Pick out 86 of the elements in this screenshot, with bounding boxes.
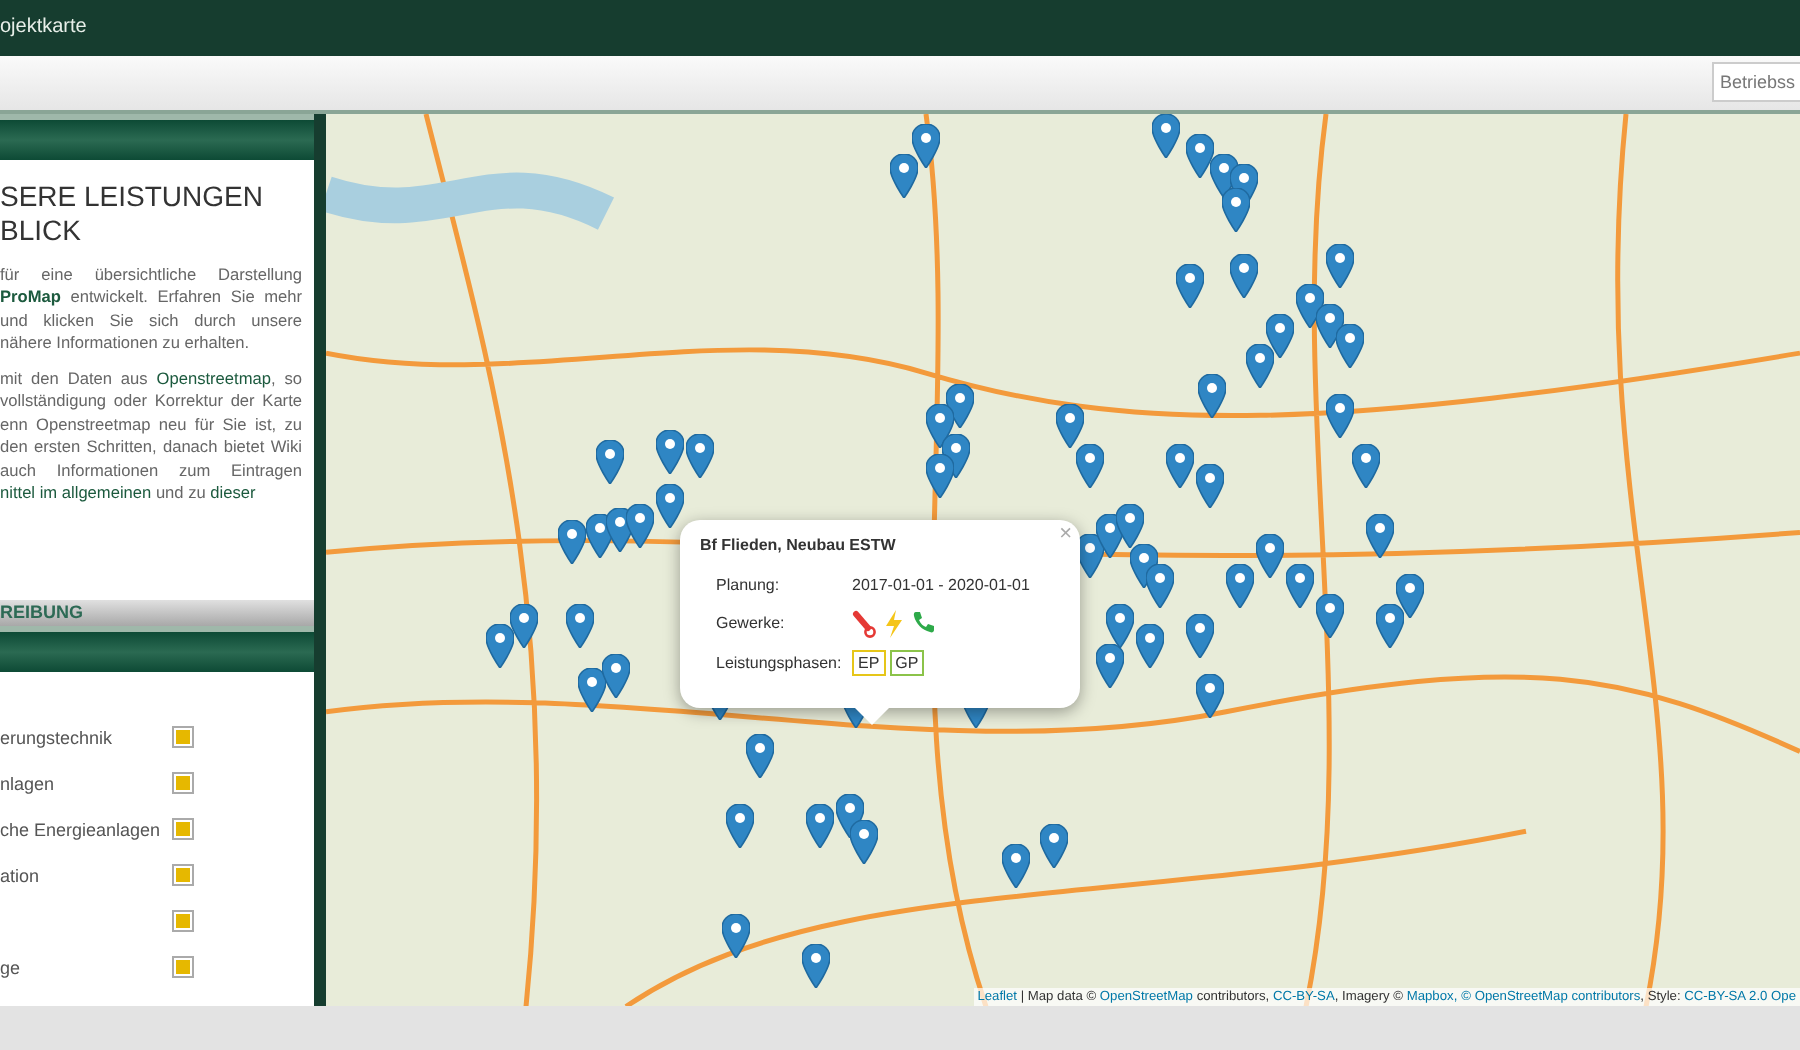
field-label: Leistungsphasen: xyxy=(716,653,844,672)
map-marker-icon[interactable] xyxy=(926,403,954,448)
checkbox[interactable] xyxy=(172,956,194,979)
map-marker-icon[interactable] xyxy=(1352,443,1380,488)
legend-label: erungstechnik xyxy=(0,727,113,748)
phase-badge: EP xyxy=(852,649,886,676)
thermometer-icon xyxy=(852,609,876,638)
map-marker-icon[interactable] xyxy=(722,913,750,958)
map-marker-icon[interactable] xyxy=(1198,373,1226,418)
map-marker-icon[interactable] xyxy=(1076,443,1104,488)
map-marker-icon[interactable] xyxy=(566,603,594,648)
map-marker-icon[interactable] xyxy=(1222,187,1250,232)
map-marker-icon[interactable] xyxy=(1056,403,1084,448)
map-marker-icon[interactable] xyxy=(926,453,954,498)
map-marker-icon[interactable] xyxy=(1186,133,1214,178)
map-marker-icon[interactable] xyxy=(1176,263,1204,308)
map-marker-icon[interactable] xyxy=(1136,623,1164,668)
map-marker-icon[interactable] xyxy=(1152,113,1180,158)
checkbox[interactable] xyxy=(172,772,194,795)
map-marker-icon[interactable] xyxy=(1146,563,1174,608)
app-title: ojektkarte xyxy=(0,16,87,39)
map-marker-icon[interactable] xyxy=(726,803,754,848)
checkbox[interactable] xyxy=(172,726,194,749)
text-link[interactable]: dieser xyxy=(210,482,256,503)
map-marker-icon[interactable] xyxy=(558,519,586,564)
legend-label: nlagen xyxy=(0,773,55,794)
map-marker-icon[interactable] xyxy=(1336,323,1364,368)
map-marker-icon[interactable] xyxy=(1002,843,1030,888)
map-marker-icon[interactable] xyxy=(1040,823,1068,868)
map-marker-icon[interactable] xyxy=(486,623,514,668)
map-marker-icon[interactable] xyxy=(912,123,940,168)
map-marker-icon[interactable] xyxy=(806,803,834,848)
map-marker-icon[interactable] xyxy=(1266,313,1294,358)
panel-paragraph: für eine übersichtliche Darstellung ProMap entwickelt. Erfahren Sie mehr und klicken Sie sich durch unsere nähere Informationen zu erhalten. xyxy=(0,263,302,356)
text-link[interactable]: nittel im allgemeinen xyxy=(0,482,152,503)
section-header[interactable]: REIBUNG xyxy=(0,599,314,626)
text-link[interactable]: Openstreetmap xyxy=(156,367,271,388)
checkbox[interactable] xyxy=(172,910,194,933)
field-label: Planung: xyxy=(716,576,782,595)
field-label: Gewerke: xyxy=(716,614,787,633)
map-marker-icon[interactable] xyxy=(1106,603,1134,648)
map-marker-icon[interactable] xyxy=(1116,503,1144,548)
map-marker-icon[interactable] xyxy=(1196,673,1224,718)
map-marker-icon[interactable] xyxy=(1286,563,1314,608)
field-value: 2017-01-01 - 2020-01-01 xyxy=(852,576,1030,595)
map-marker-icon[interactable] xyxy=(1256,533,1284,578)
map-marker-icon[interactable] xyxy=(890,153,918,198)
map-marker-icon[interactable] xyxy=(1396,573,1424,618)
map-marker-icon[interactable] xyxy=(1316,593,1344,638)
lightning-icon xyxy=(884,609,904,638)
panel-heading: SERE LEISTUNGEN BLICK xyxy=(0,179,265,248)
map-marker-icon[interactable] xyxy=(510,603,538,648)
map-marker-icon[interactable] xyxy=(1226,563,1254,608)
map-marker-icon[interactable] xyxy=(1096,643,1124,688)
map-marker-icon[interactable] xyxy=(578,667,606,712)
map-marker-icon[interactable] xyxy=(1246,343,1274,388)
panel-paragraph: mit den Daten aus Openstreetmap, so vollständigung oder Korrektur der Karte enn Openstreetmap neu für Sie ist, zu den ersten Schritten, danach bietet Wiki auch Informationen zum Eintragen nittel im allgemeinen und zu dieser xyxy=(0,367,302,506)
legend-label: ation xyxy=(0,865,40,886)
map-marker-icon[interactable] xyxy=(1326,243,1354,288)
map-marker-icon[interactable] xyxy=(1230,253,1258,298)
phone-icon xyxy=(912,609,936,634)
phase-badge: GP xyxy=(889,649,925,676)
map-marker-icon[interactable] xyxy=(602,653,630,698)
map-marker-icon[interactable] xyxy=(802,943,830,988)
map-marker-icon[interactable] xyxy=(1366,513,1394,558)
map-marker-icon[interactable] xyxy=(850,819,878,864)
map-marker-icon[interactable] xyxy=(746,733,774,778)
map-marker-icon[interactable] xyxy=(1376,603,1404,648)
map-marker-icon[interactable] xyxy=(1326,393,1354,438)
search-field[interactable]: Betriebss xyxy=(1712,62,1800,103)
map-marker-icon[interactable] xyxy=(656,483,684,528)
map-marker-icon[interactable] xyxy=(1296,283,1324,328)
map-marker-icon[interactable] xyxy=(686,433,714,478)
map-marker-icon[interactable] xyxy=(596,439,624,484)
map-marker-icon[interactable] xyxy=(626,503,654,548)
checkbox[interactable] xyxy=(172,818,194,841)
checkbox[interactable] xyxy=(172,864,194,887)
legend-label: che Energieanlagen xyxy=(0,819,161,840)
map-marker-icon[interactable] xyxy=(656,429,684,474)
map-marker-icon[interactable] xyxy=(946,383,974,428)
legend-label: ge xyxy=(0,957,21,978)
map-marker-icon[interactable] xyxy=(1316,303,1344,348)
map-marker-icon[interactable] xyxy=(1186,613,1214,658)
popup-title: Bf Flieden, Neubau ESTW xyxy=(700,535,898,554)
map-marker-icon[interactable] xyxy=(1166,443,1194,488)
map-marker-icon[interactable] xyxy=(1196,463,1224,508)
